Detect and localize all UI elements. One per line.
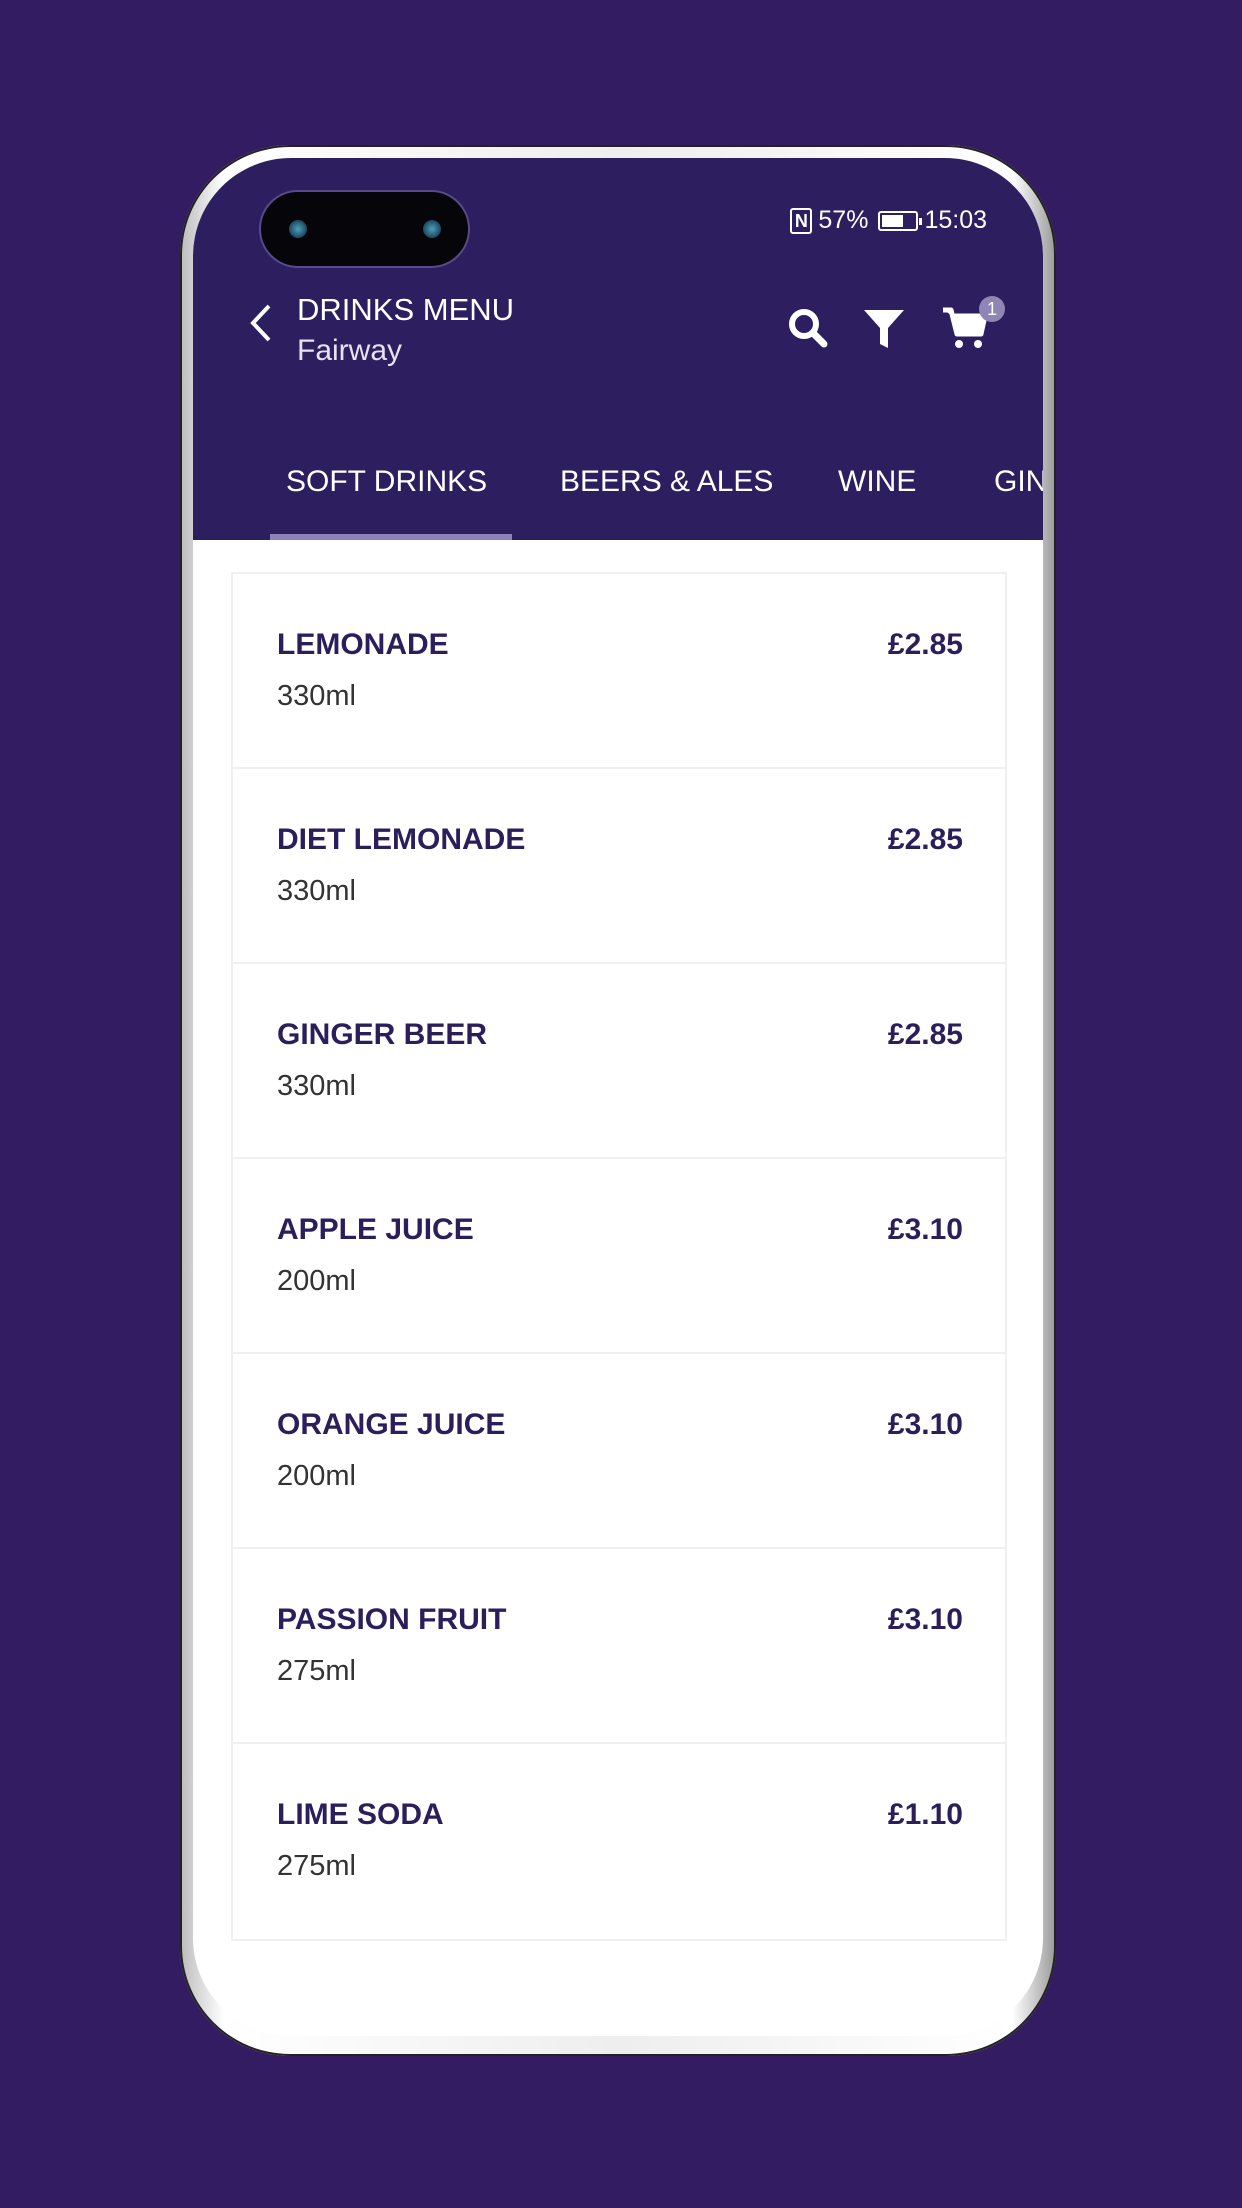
list-item[interactable]: LIME SODA £1.10 275ml: [233, 1744, 1005, 1939]
clock: 15:03: [924, 206, 987, 234]
battery-icon: [878, 210, 923, 231]
item-size: 275ml: [277, 1850, 356, 1882]
list-item[interactable]: ORANGE JUICE £3.10 200ml: [233, 1354, 1005, 1549]
item-price: £2.85: [887, 628, 963, 661]
status-bar: N 57% 15:03: [790, 206, 987, 235]
list-item[interactable]: GINGER BEER £2.85 330ml: [233, 964, 1005, 1159]
list-item[interactable]: DIET LEMONADE £2.85 330ml: [233, 769, 1005, 964]
item-price: £3.10: [887, 1603, 963, 1636]
item-size: 275ml: [277, 1655, 356, 1687]
back-chevron-icon[interactable]: [241, 298, 281, 348]
item-price: £1.10: [887, 1798, 963, 1831]
item-price: £2.85: [887, 1018, 963, 1051]
page-title: DRINKS MENU: [297, 292, 515, 327]
item-size: 330ml: [277, 1070, 356, 1102]
item-name: LIME SODA: [277, 1798, 444, 1831]
item-name: DIET LEMONADE: [277, 823, 526, 856]
item-price: £3.10: [887, 1408, 963, 1441]
item-name: LEMONADE: [277, 628, 449, 661]
tab-gin[interactable]: GIN: [994, 465, 1043, 499]
item-name: GINGER BEER: [277, 1018, 488, 1051]
app-header: N 57% 15:03 DRINKS MENU Fairway 1 SOFT D…: [193, 158, 1043, 540]
list-item[interactable]: LEMONADE £2.85 330ml: [233, 574, 1005, 769]
cart-badge: 1: [979, 296, 1005, 322]
filter-icon[interactable]: [860, 304, 908, 352]
item-size: 330ml: [277, 680, 356, 712]
list-item[interactable]: APPLE JUICE £3.10 200ml: [233, 1159, 1005, 1354]
active-tab-indicator: [270, 534, 512, 540]
drinks-list: LEMONADE £2.85 330ml DIET LEMONADE £2.85 330…: [231, 572, 1007, 1941]
item-size: 330ml: [277, 875, 356, 907]
camera-cutout: [259, 190, 470, 268]
tab-wine[interactable]: WINE: [838, 465, 916, 499]
item-name: ORANGE JUICE: [277, 1408, 506, 1441]
item-price: £2.85: [887, 823, 963, 856]
tab-soft-drinks[interactable]: SOFT DRINKS: [286, 465, 487, 499]
tab-beers-ales[interactable]: BEERS & ALES: [560, 465, 773, 499]
item-size: 200ml: [277, 1460, 356, 1492]
battery-percent: 57%: [818, 206, 869, 234]
nfc-icon: N: [790, 207, 813, 234]
screen: N 57% 15:03 DRINKS MENU Fairway 1 SOFT D…: [193, 158, 1043, 2036]
item-name: PASSION FRUIT: [277, 1603, 507, 1636]
item-name: APPLE JUICE: [277, 1213, 474, 1246]
search-icon[interactable]: [784, 304, 832, 352]
venue-name: Fairway: [297, 334, 403, 367]
item-price: £3.10: [887, 1213, 963, 1246]
item-size: 200ml: [277, 1265, 356, 1297]
list-item[interactable]: PASSION FRUIT £3.10 275ml: [233, 1549, 1005, 1744]
